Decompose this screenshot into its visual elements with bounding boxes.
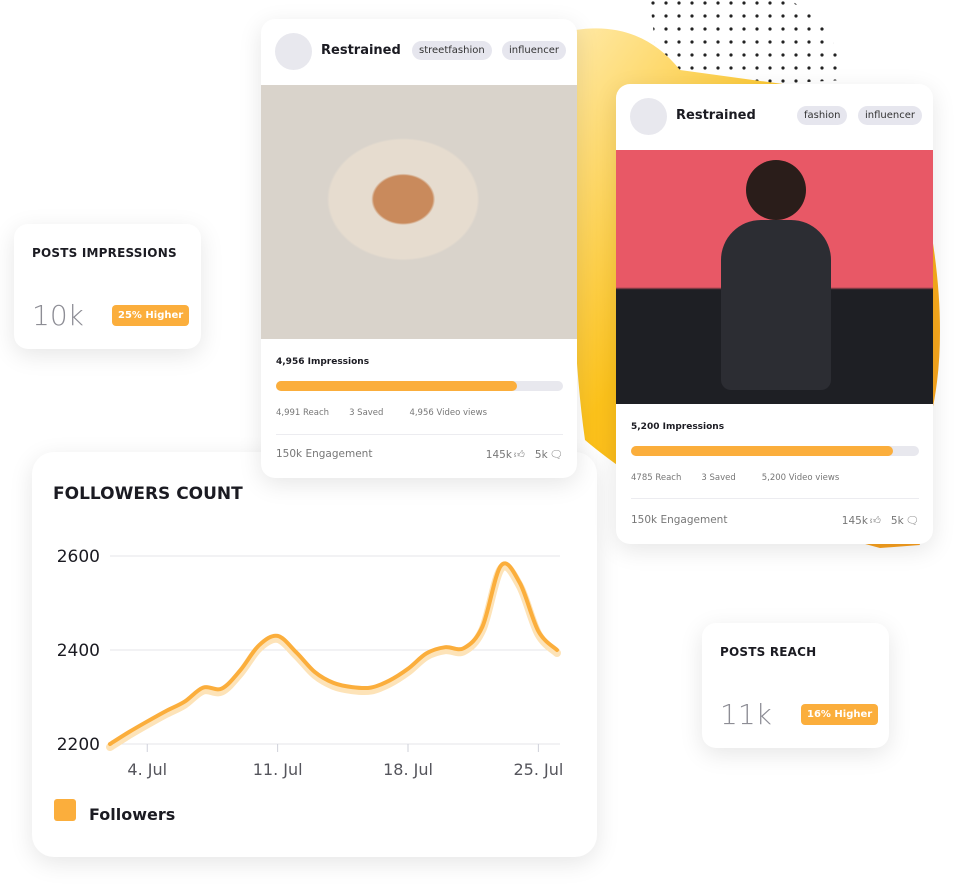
- comments-count: 5k: [890, 514, 904, 527]
- post-author: Restrained: [676, 108, 756, 123]
- x-tick-label: 25. Jul: [513, 760, 563, 779]
- likes-count: 145k: [841, 514, 868, 527]
- reach: 4,991 Reach: [276, 408, 330, 418]
- impressions-progress: [631, 446, 919, 456]
- x-tick-label: 11. Jul: [253, 760, 303, 779]
- comments-count: 5k: [534, 448, 548, 461]
- tag[interactable]: streetfashion: [412, 41, 492, 60]
- post-image[interactable]: [616, 150, 933, 404]
- impressions: 4,956 Impressions: [276, 357, 370, 367]
- comment-icon: 🗨︎: [905, 515, 919, 527]
- saved: 3 Saved: [349, 408, 384, 418]
- post-image[interactable]: [261, 85, 577, 339]
- post-author: Restrained: [321, 43, 401, 58]
- divider: [276, 434, 563, 435]
- engagement: 150k Engagement: [276, 448, 373, 460]
- y-tick-label: 2200: [57, 735, 100, 755]
- tag[interactable]: fashion: [797, 106, 848, 125]
- video-views: 4,956 Video views: [409, 408, 487, 418]
- comments[interactable]: 5k 🗨︎: [534, 448, 563, 462]
- tag[interactable]: influencer: [502, 41, 567, 60]
- post-metrics: 4,991 Reach 3 Saved 4,956 Video views: [276, 408, 487, 418]
- y-tick-label: 2600: [57, 547, 100, 567]
- impressions: 5,200 Impressions: [631, 422, 725, 432]
- likes[interactable]: 145k 👍︎: [841, 514, 881, 528]
- tag[interactable]: influencer: [858, 106, 923, 125]
- post-card-2: Restrained fashion influencer 5,200 Impr…: [616, 84, 933, 544]
- likes-count: 145k: [485, 448, 512, 461]
- comment-icon: 🗨︎: [549, 449, 563, 461]
- saved: 3 Saved: [701, 473, 736, 483]
- post-card-1: Restrained streetfashion influencer 4,95…: [261, 19, 577, 478]
- x-tick-label: 4. Jul: [127, 760, 167, 779]
- post-metrics: 4785 Reach 3 Saved 5,200 Video views: [631, 473, 839, 483]
- avatar: [275, 33, 312, 70]
- impressions-progress: [276, 381, 563, 391]
- avatar: [630, 98, 667, 135]
- reach: 4785 Reach: [631, 473, 682, 483]
- video-views: 5,200 Video views: [761, 473, 840, 483]
- comments[interactable]: 5k 🗨︎: [890, 514, 919, 528]
- thumbs-up-icon: 👍︎: [513, 449, 525, 461]
- y-tick-label: 2400: [57, 641, 100, 661]
- x-tick-label: 18. Jul: [383, 760, 433, 779]
- divider: [631, 498, 919, 499]
- engagement: 150k Engagement: [631, 514, 728, 526]
- likes[interactable]: 145k 👍︎: [485, 448, 525, 462]
- thumbs-up-icon: 👍︎: [869, 515, 881, 527]
